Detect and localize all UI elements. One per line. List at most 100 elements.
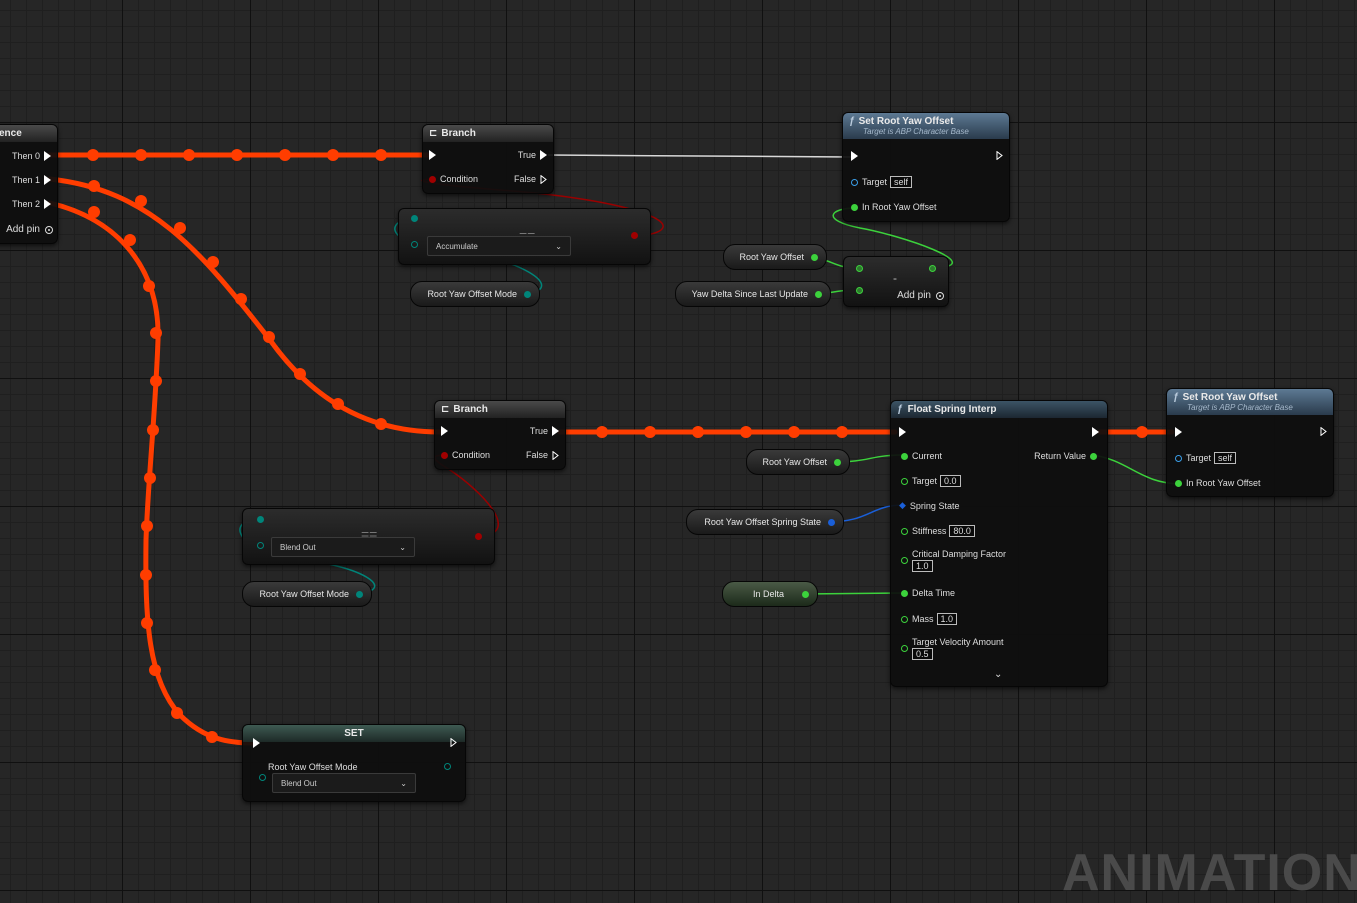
exec-pin-icon[interactable] <box>44 199 51 209</box>
branch-false-pin[interactable]: False <box>526 450 563 460</box>
exec-pin-icon[interactable] <box>441 426 448 436</box>
exec-pin-icon[interactable] <box>44 151 51 161</box>
exec-in[interactable] <box>895 427 910 437</box>
enum-pin-icon[interactable] <box>356 590 363 598</box>
set-dropdown[interactable]: Blend Out ⌄ <box>272 773 416 793</box>
equal-node-2[interactable]: == Blend Out ⌄ <box>242 508 495 565</box>
float-pin-icon[interactable] <box>901 645 908 652</box>
branch-true-pin[interactable]: True <box>518 150 551 160</box>
var-root-yaw-offset-mode[interactable]: Root Yaw Offset Mode <box>242 581 372 607</box>
exec-in[interactable] <box>847 151 862 161</box>
branch-true-pin[interactable]: True <box>530 426 563 436</box>
var-spring-state[interactable]: Root Yaw Offset Spring State <box>686 509 844 535</box>
enum-pin-icon[interactable] <box>524 290 531 298</box>
var-root-yaw-offset-mode[interactable]: Root Yaw Offset Mode <box>410 281 540 307</box>
var-yaw-delta[interactable]: Yaw Delta Since Last Update <box>675 281 831 307</box>
exec-pin-icon[interactable] <box>552 426 559 436</box>
struct-pin-icon[interactable] <box>828 518 835 526</box>
float-pin-icon[interactable] <box>1090 452 1097 460</box>
float-pin-icon[interactable] <box>901 557 908 564</box>
add-pin-icon[interactable] <box>45 225 53 234</box>
set-root-yaw-offset-node[interactable]: ƒ Set Root Yaw Offset Target is ABP Chara… <box>842 112 1010 222</box>
in-root-yaw-pin[interactable]: In Root Yaw Offset <box>847 202 937 212</box>
mass-pin[interactable]: Mass 1.0 <box>897 613 958 625</box>
exec-out[interactable] <box>446 738 461 747</box>
branch-exec-in[interactable] <box>425 150 440 160</box>
sequence-then1[interactable]: Then 1 <box>12 175 55 185</box>
branch-exec-in[interactable] <box>437 426 452 436</box>
return-value-pin[interactable]: Return Value <box>1034 451 1101 461</box>
sequence-then2[interactable]: Then 2 <box>12 199 55 209</box>
var-root-yaw-offset-2[interactable]: Root Yaw Offset <box>746 449 850 475</box>
stiffness-pin[interactable]: Stiffness 80.0 <box>897 525 975 537</box>
enum-pin-icon[interactable] <box>257 516 264 523</box>
float-pin-icon[interactable] <box>834 458 841 466</box>
current-pin[interactable]: Current <box>897 451 942 461</box>
sequence-then0[interactable]: Then 0 <box>12 151 55 161</box>
enum-pin-icon[interactable] <box>259 774 266 781</box>
stiffness-value[interactable]: 80.0 <box>949 525 975 537</box>
float-pin-icon[interactable] <box>856 265 863 272</box>
mass-value[interactable]: 1.0 <box>936 613 958 625</box>
spring-state-pin[interactable]: ◆ Spring State <box>899 500 959 511</box>
exec-out[interactable] <box>1316 427 1331 436</box>
target-velocity-pin[interactable]: Target Velocity Amount 0.5 <box>897 637 1004 660</box>
enum-pin-icon[interactable] <box>444 763 451 770</box>
sequence-node[interactable]: ence Then 0 Then 1 Then 2 Add pin <box>0 124 58 244</box>
delta-time-pin[interactable]: Delta Time <box>897 588 955 598</box>
subtract-node[interactable]: - Add pin <box>843 256 949 307</box>
exec-in[interactable] <box>1171 427 1186 437</box>
exec-pin-icon[interactable] <box>540 150 547 160</box>
target-value[interactable]: self <box>1214 452 1237 464</box>
exec-pin-hollow-icon[interactable] <box>996 151 1003 160</box>
exec-out[interactable] <box>1088 427 1103 437</box>
exec-pin-icon[interactable] <box>1175 427 1182 437</box>
exec-out[interactable] <box>992 151 1007 160</box>
critical-value[interactable]: 1.0 <box>912 560 933 572</box>
bool-pin-icon[interactable] <box>441 451 448 459</box>
enum-pin-icon[interactable] <box>257 542 264 549</box>
exec-pin-hollow-icon[interactable] <box>450 738 457 747</box>
exec-pin-icon[interactable] <box>1092 427 1099 437</box>
expand-chevron-icon[interactable]: ⌄ <box>994 669 1002 680</box>
exec-in[interactable] <box>249 738 264 748</box>
equal-dropdown[interactable]: Blend Out ⌄ <box>271 537 415 557</box>
float-spring-interp-node[interactable]: ƒ Float Spring Interp Current Return Valu… <box>890 400 1108 687</box>
float-pin-icon[interactable] <box>856 287 863 294</box>
exec-pin-hollow-icon[interactable] <box>552 450 559 460</box>
float-pin-icon[interactable] <box>811 253 818 261</box>
float-pin-icon[interactable] <box>1175 479 1182 487</box>
subtract-add-pin[interactable]: Add pin <box>897 290 944 301</box>
in-root-yaw-pin[interactable]: In Root Yaw Offset <box>1171 478 1261 488</box>
float-pin-icon[interactable] <box>929 265 936 272</box>
bool-pin-icon[interactable] <box>631 232 638 239</box>
exec-pin-icon[interactable] <box>44 175 51 185</box>
equal-dropdown[interactable]: Accumulate ⌄ <box>427 236 571 256</box>
enum-pin-icon[interactable] <box>411 241 418 248</box>
set-root-yaw-offset-node-2[interactable]: ƒ Set Root Yaw Offset Target is ABP Chara… <box>1166 388 1334 497</box>
branch-node-1[interactable]: ⊏ Branch True Condition False <box>422 124 554 194</box>
branch-condition-pin[interactable]: Condition <box>425 174 478 184</box>
target-pin[interactable]: Target self <box>847 176 913 188</box>
float-pin-icon[interactable] <box>901 615 908 623</box>
float-pin-icon[interactable] <box>815 290 822 298</box>
sequence-add-pin[interactable]: Add pin <box>6 224 53 235</box>
bool-pin-icon[interactable] <box>429 175 436 183</box>
exec-pin-icon[interactable] <box>429 150 436 160</box>
critical-damping-pin[interactable]: Critical Damping Factor 1.0 <box>897 549 1006 572</box>
exec-pin-icon[interactable] <box>851 151 858 161</box>
branch-false-pin[interactable]: False <box>514 174 551 184</box>
var-root-yaw-offset[interactable]: Root Yaw Offset <box>723 244 827 270</box>
target-value[interactable]: 0.0 <box>940 475 961 487</box>
branch-node-2[interactable]: ⊏ Branch True Condition False <box>434 400 566 470</box>
add-pin-icon[interactable] <box>936 291 944 300</box>
float-pin-icon[interactable] <box>851 203 858 211</box>
target-pin[interactable]: Target self <box>1171 452 1237 464</box>
struct-pin-icon[interactable]: ◆ <box>899 500 906 511</box>
var-in-delta[interactable]: In Delta <box>722 581 818 607</box>
bool-pin-icon[interactable] <box>475 533 482 540</box>
float-pin-icon[interactable] <box>901 477 908 485</box>
branch-condition-pin[interactable]: Condition <box>437 450 490 460</box>
target-value[interactable]: self <box>890 176 913 188</box>
tva-value[interactable]: 0.5 <box>912 648 933 660</box>
